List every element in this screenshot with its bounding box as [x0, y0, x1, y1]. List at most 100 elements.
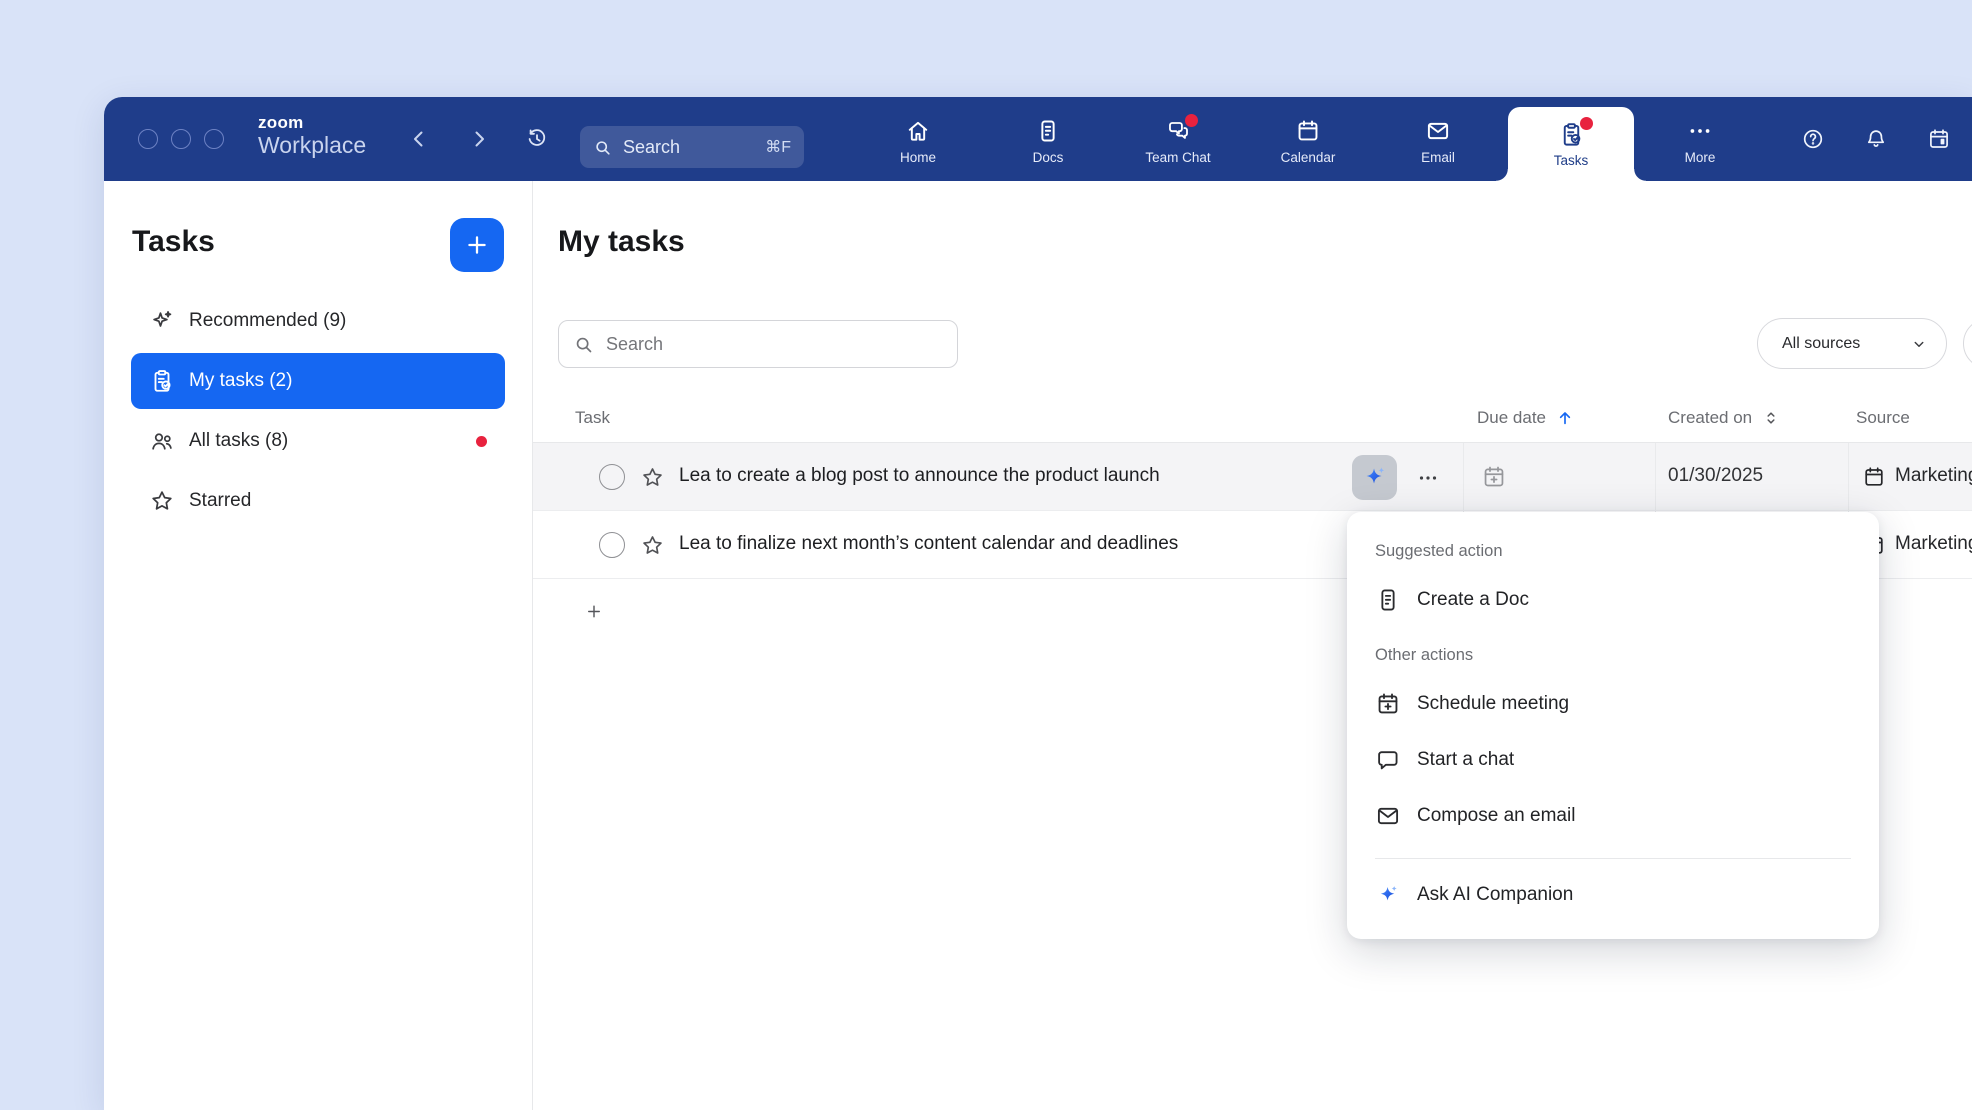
nav-label: More: [1685, 150, 1716, 165]
global-search-field[interactable]: ⌘F: [580, 126, 804, 168]
new-task-button[interactable]: [450, 218, 504, 272]
task-complete-checkbox[interactable]: [599, 532, 625, 558]
star-icon: [640, 465, 665, 490]
sparkle-icon: [149, 308, 175, 334]
global-search-input[interactable]: [621, 136, 756, 159]
ai-companion-actions-button[interactable]: [1352, 455, 1397, 500]
tasks-sidebar: Tasks Recommended (9) My tasks (2) All t…: [104, 181, 533, 1110]
nav-label: Docs: [1033, 150, 1064, 165]
menu-item-schedule-meeting[interactable]: Schedule meeting: [1347, 676, 1879, 732]
menu-item-create-a-doc[interactable]: Create a Doc: [1347, 572, 1879, 628]
column-header-created-on[interactable]: Created on: [1668, 408, 1781, 428]
nav-tab-tasks-active[interactable]: Tasks: [1508, 107, 1634, 181]
star-toggle[interactable]: [640, 533, 665, 558]
calendar-icon: [1295, 118, 1321, 144]
source-value[interactable]: Marketing: [1895, 533, 1972, 555]
tasks-search-input[interactable]: [604, 333, 943, 356]
nav-item-more[interactable]: More: [1635, 97, 1765, 181]
zoom-workplace-logo: zoom Workplace: [258, 114, 366, 159]
menu-item-label: Start a chat: [1417, 749, 1514, 771]
menu-item-start-a-chat[interactable]: Start a chat: [1347, 732, 1879, 788]
forward-button[interactable]: [460, 120, 498, 158]
calendar-plus-icon: [1375, 691, 1401, 717]
window-minimize-button[interactable]: [171, 129, 191, 149]
source-value[interactable]: Marketing: [1895, 465, 1972, 487]
menu-item-label: Compose an email: [1417, 805, 1575, 827]
logo-workplace-text: Workplace: [258, 131, 366, 159]
bell-icon: [1864, 127, 1888, 151]
history-button[interactable]: [518, 120, 556, 158]
nav-item-home[interactable]: Home: [853, 97, 983, 181]
column-header-source[interactable]: Source: [1856, 408, 1910, 428]
logo-zoom-text: zoom: [258, 114, 366, 131]
task-complete-checkbox[interactable]: [599, 464, 625, 490]
window-close-button[interactable]: [138, 129, 158, 149]
ai-companion-icon: [1360, 463, 1389, 492]
plus-icon: [585, 600, 603, 623]
sources-filter-value: All sources: [1782, 335, 1860, 353]
chevron-down-icon: [1910, 335, 1928, 353]
star-toggle[interactable]: [640, 465, 665, 490]
sidebar-item-starred[interactable]: Starred: [131, 473, 505, 529]
notifications-button[interactable]: [1857, 120, 1895, 158]
nav-label: Email: [1421, 150, 1455, 165]
clipboard-check-icon: [149, 368, 175, 394]
row-more-options-button[interactable]: [1407, 465, 1449, 491]
plus-icon: [464, 232, 490, 258]
sort-ascending-icon: [1555, 408, 1575, 428]
page-title: My tasks: [558, 225, 685, 259]
search-icon: [593, 138, 612, 157]
add-task-button[interactable]: [579, 596, 609, 626]
sources-filter-dropdown[interactable]: All sources: [1757, 318, 1947, 369]
back-button[interactable]: [400, 120, 438, 158]
sort-both-icon: [1761, 408, 1781, 428]
doc-icon: [1375, 587, 1401, 613]
menu-item-label: Ask AI Companion: [1417, 884, 1573, 906]
menu-section-label: Suggested action: [1347, 538, 1879, 564]
menu-item-compose-an-email[interactable]: Compose an email: [1347, 788, 1879, 844]
add-due-date-button[interactable]: [1481, 464, 1507, 490]
sidebar-item-my-tasks[interactable]: My tasks (2): [131, 353, 505, 409]
sidebar-item-recommended[interactable]: Recommended (9): [131, 293, 505, 349]
nav-item-team-chat[interactable]: Team Chat: [1113, 97, 1243, 181]
column-header-due-date[interactable]: Due date: [1477, 408, 1575, 428]
sidebar-item-label: All tasks (8): [189, 430, 288, 452]
window-zoom-button[interactable]: [204, 129, 224, 149]
menu-divider: [1375, 858, 1851, 859]
sidebar-title: Tasks: [132, 225, 215, 259]
nav-item-docs[interactable]: Docs: [983, 97, 1113, 181]
table-header: Task Due date Created on Source: [533, 398, 1972, 443]
tasks-search-field[interactable]: [558, 320, 958, 368]
task-title[interactable]: Lea to finalize next month’s content cal…: [679, 533, 1178, 555]
sidebar-item-all-tasks[interactable]: All tasks (8): [131, 413, 505, 469]
source-calendar-icon: [1862, 465, 1886, 489]
search-shortcut: ⌘F: [765, 137, 791, 157]
more-dots-icon: [1687, 118, 1713, 144]
nav-item-calendar[interactable]: Calendar: [1243, 97, 1373, 181]
titlebar: zoom Workplace ⌘F Home: [104, 97, 1972, 181]
suggested-actions-menu: Suggested action Create a Doc Other acti…: [1347, 512, 1879, 939]
search-icon: [573, 334, 594, 355]
task-row[interactable]: Lea to create a blog post to announce th…: [533, 443, 1972, 511]
ellipsis-icon: [1416, 466, 1440, 490]
star-icon: [149, 488, 175, 514]
column-header-task[interactable]: Task: [575, 408, 610, 428]
calendar-plus-icon: [1481, 464, 1507, 490]
column-divider: [1655, 443, 1656, 510]
menu-item-label: Schedule meeting: [1417, 693, 1569, 715]
menu-item-label: Create a Doc: [1417, 589, 1529, 611]
chevron-left-icon: [407, 127, 431, 151]
sidebar-item-label: Starred: [189, 490, 251, 512]
schedule-button[interactable]: [1920, 120, 1958, 158]
nav-item-email[interactable]: Email: [1373, 97, 1503, 181]
home-icon: [905, 118, 931, 144]
help-button[interactable]: [1794, 120, 1832, 158]
tab-label: Tasks: [1554, 153, 1589, 168]
task-title[interactable]: Lea to create a blog post to announce th…: [679, 465, 1160, 487]
filter-dropdown-partial[interactable]: [1963, 318, 1972, 369]
menu-item-ask-ai-companion[interactable]: Ask AI Companion: [1347, 867, 1879, 923]
column-divider: [1463, 443, 1464, 510]
chevron-right-icon: [467, 127, 491, 151]
column-divider: [1848, 443, 1849, 510]
sidebar-list: Recommended (9) My tasks (2) All tasks (…: [131, 293, 505, 529]
